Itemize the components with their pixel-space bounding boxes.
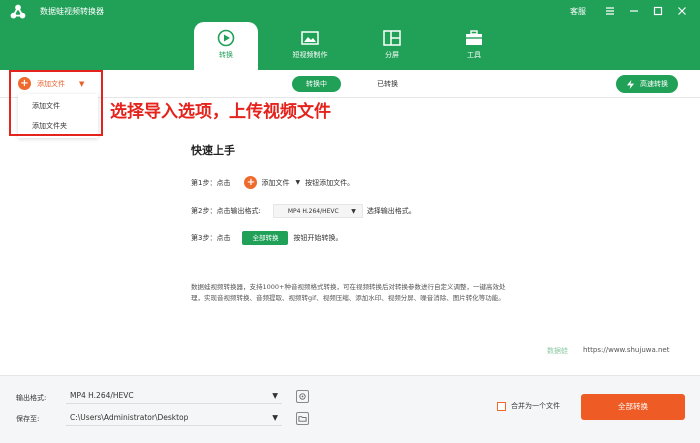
- step-2-suffix: 选择输出格式。: [366, 207, 416, 215]
- high-speed-convert-button[interactable]: 高速转换: [616, 75, 678, 93]
- minimize-icon[interactable]: [628, 5, 640, 17]
- tab-short-video[interactable]: 短视频制作: [278, 22, 342, 70]
- step-1-suffix: 按钮添加文件。: [305, 178, 355, 187]
- tab-tools[interactable]: 工具: [442, 22, 506, 70]
- save-to-label: 保存至:: [16, 415, 40, 423]
- tab-convert[interactable]: 转换: [194, 22, 258, 70]
- open-folder-icon[interactable]: [296, 412, 309, 425]
- caret-down-icon[interactable]: ▼: [295, 179, 300, 186]
- header: 数据蛙视频转换器 客服 转换 短视频制作 分屏 工具: [0, 0, 700, 70]
- save-path-value: C:\Users\Administrator\Desktop: [70, 413, 189, 422]
- step-3-convert-all-button[interactable]: 全部转换: [242, 231, 289, 245]
- tab-converting[interactable]: 转换中: [292, 76, 341, 92]
- plus-icon[interactable]: +: [244, 176, 258, 189]
- tab-short-video-label: 短视频制作: [292, 51, 328, 59]
- step-3-prefix: 第3步：点击: [191, 234, 231, 242]
- product-description: 数据蛙视频转换器，支持1000+种音视频格式转换，可在视频转换后对转换参数进行自…: [191, 283, 506, 302]
- merge-option[interactable]: 合并为一个文件: [497, 401, 560, 411]
- menu-icon[interactable]: [604, 5, 616, 17]
- step-1-button-label[interactable]: 添加文件: [261, 178, 289, 188]
- step-2: 第2步：点击输出格式: MP4 H.264/HEVC ▼ 选择输出格式。: [191, 204, 416, 218]
- toolbox-icon: [466, 30, 482, 45]
- output-format-value: MP4 H.264/HEVC: [70, 391, 134, 400]
- format-settings-icon[interactable]: [296, 390, 309, 403]
- status-segment: 转换中 已转换: [292, 76, 412, 92]
- app-title: 数据蛙视频转换器: [40, 7, 104, 16]
- save-path-select[interactable]: C:\Users\Administrator\Desktop ▼: [66, 410, 282, 426]
- output-format-select[interactable]: MP4 H.264/HEVC ▼: [66, 388, 282, 404]
- step-3-suffix: 按钮开始转换。: [293, 234, 343, 242]
- output-format-label: 输出格式:: [16, 394, 47, 402]
- merge-label: 合并为一个文件: [511, 402, 560, 410]
- app-logo: [10, 4, 26, 19]
- merge-checkbox[interactable]: [497, 401, 506, 411]
- caret-down-icon: ▼: [351, 207, 356, 215]
- tab-split-screen[interactable]: 分屏: [360, 22, 424, 70]
- quick-start-title: 快速上手: [191, 144, 235, 157]
- lightning-icon: [626, 79, 635, 89]
- window-controls: 客服: [570, 5, 688, 17]
- convert-all-button[interactable]: 全部转换: [581, 394, 685, 420]
- split-screen-icon: [383, 30, 401, 46]
- caret-down-icon: ▼: [272, 413, 278, 422]
- close-icon[interactable]: [676, 5, 688, 17]
- step-1-prefix: 第1步：点击: [191, 178, 231, 187]
- annotation-text: 选择导入选项，上传视频文件: [110, 102, 331, 122]
- caret-down-icon: ▼: [272, 391, 278, 400]
- step-1: 第1步：点击 + 添加文件 ▼ 按钮添加文件。: [191, 176, 354, 189]
- short-video-icon: [301, 31, 319, 45]
- watermark-url: https://www.shujuwa.net: [583, 346, 670, 354]
- step-2-prefix: 第2步：点击输出格式:: [191, 207, 261, 215]
- customer-service-link[interactable]: 客服: [570, 6, 586, 17]
- tab-split-screen-label: 分屏: [385, 51, 399, 59]
- tab-convert-label: 转换: [219, 51, 233, 59]
- convert-icon: [217, 29, 235, 47]
- step-3: 第3步：点击 全部转换 按钮开始转换。: [191, 231, 342, 245]
- high-speed-convert-label: 高速转换: [640, 80, 668, 88]
- watermark-brand: 数据蛙: [547, 347, 568, 355]
- step-2-format-select[interactable]: MP4 H.264/HEVC ▼: [272, 204, 363, 218]
- tab-converted[interactable]: 已转换: [363, 76, 412, 92]
- step-2-format-value: MP4 H.264/HEVC: [287, 207, 339, 215]
- tab-tools-label: 工具: [467, 51, 481, 59]
- maximize-icon[interactable]: [652, 5, 664, 17]
- annotation-highlight-box: [9, 70, 103, 136]
